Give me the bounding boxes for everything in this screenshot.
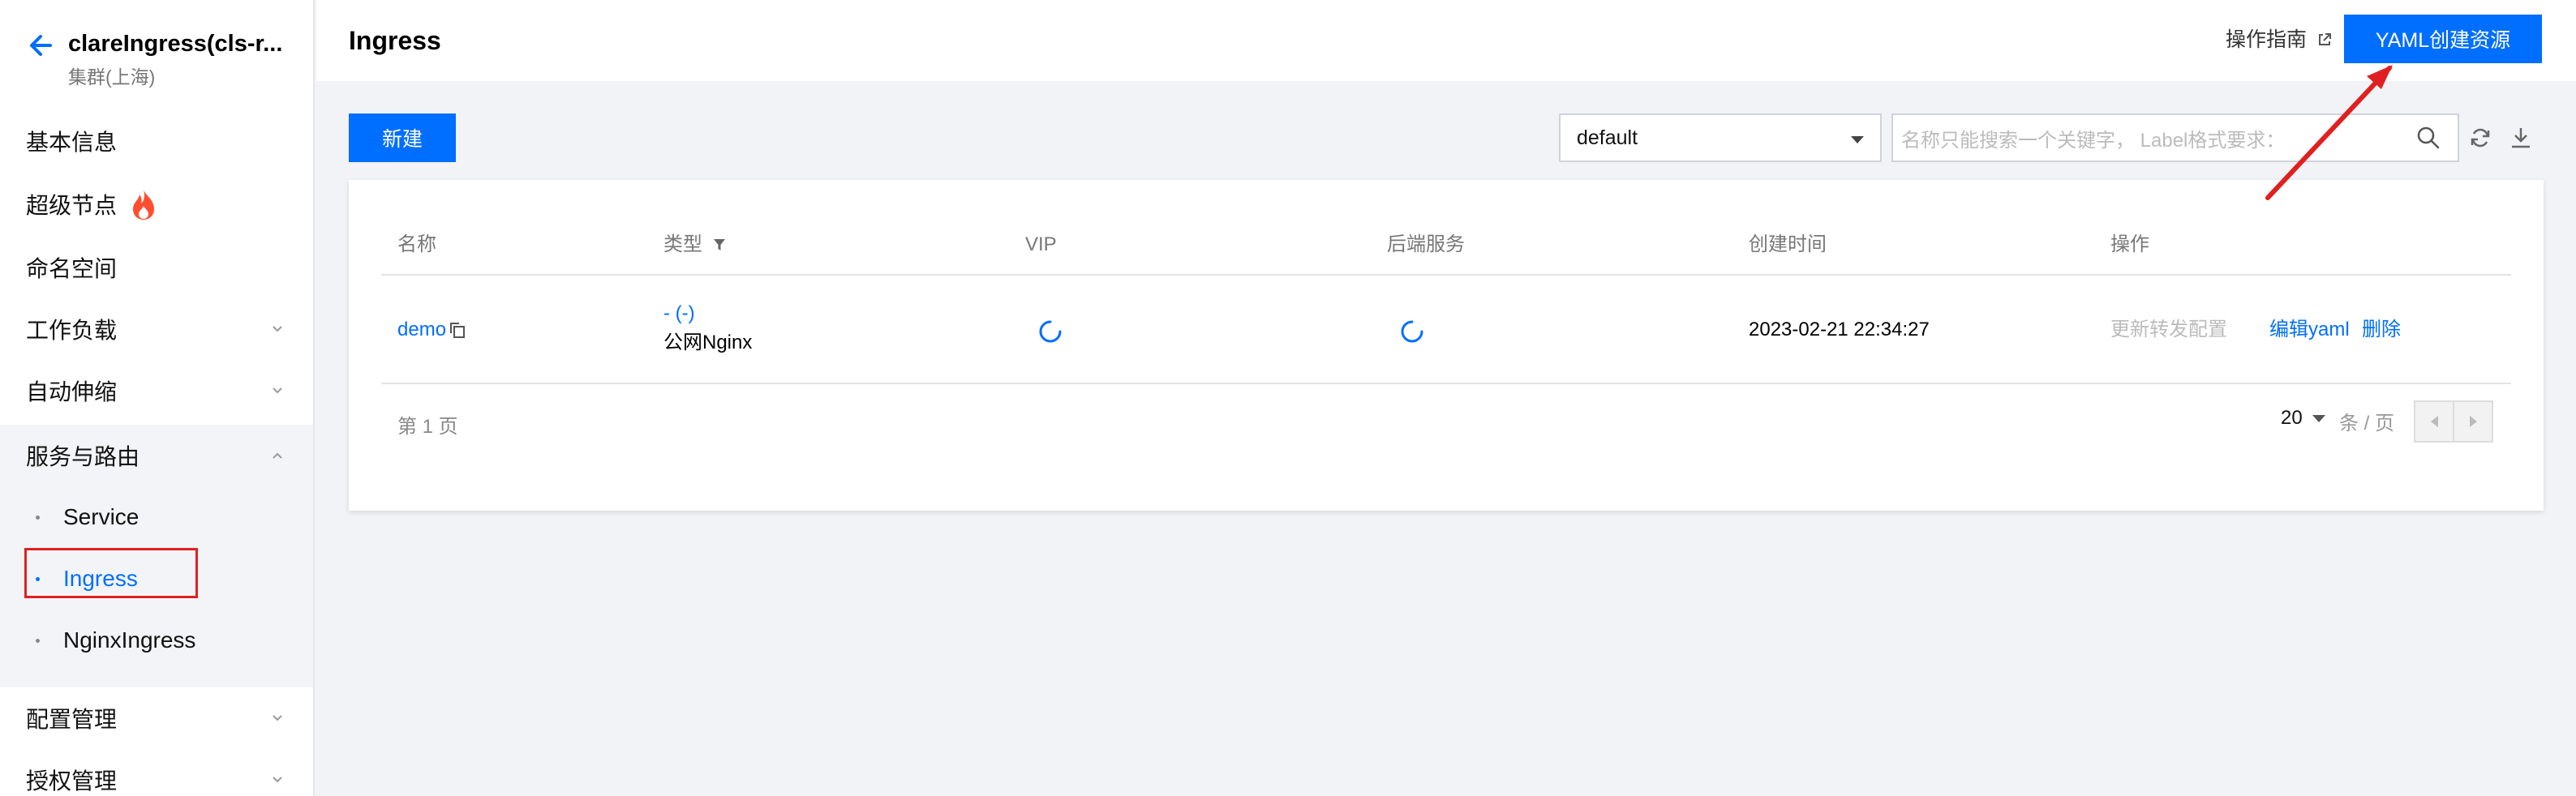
cluster-title: clareIngress(cls-r... (68, 31, 283, 57)
sidebar-subitem-label: Service (63, 504, 140, 529)
chevron-down-icon (273, 715, 282, 721)
ingress-table-card: 名称 类型 VIP 后端服务 创建时间 操作 demo - (-) 公网Ngin… (349, 180, 2544, 511)
sidebar-item-config[interactable]: 配置管理 (0, 687, 313, 749)
sidebar-subitem-nginxingress[interactable]: NginxIngress (0, 610, 313, 671)
sidebar-item-label: 工作负载 (26, 318, 118, 343)
loading-spinner-icon (1039, 320, 1062, 343)
cluster-region: 集群(上海) (68, 66, 156, 88)
sidebar: clareIngress(cls-r... 集群(上海) 基本信息 超级节点 命… (0, 0, 315, 796)
page-size-value: 20 (2281, 407, 2303, 429)
sidebar-subitem-label: NginxIngress (63, 627, 196, 653)
refresh-icon[interactable] (2467, 125, 2493, 151)
fire-icon (133, 190, 155, 220)
page-size-unit: 条 / 页 (2339, 413, 2395, 434)
sidebar-item-super-node[interactable]: 超级节点 (0, 173, 313, 235)
copy-icon[interactable] (448, 320, 467, 340)
next-page-button[interactable] (2453, 400, 2493, 443)
column-header-vip: VIP (1025, 233, 1057, 255)
yaml-create-button[interactable]: YAML创建资源 (2344, 15, 2542, 63)
back-arrow-icon[interactable] (26, 29, 58, 62)
prev-page-button[interactable] (2414, 400, 2454, 443)
sidebar-item-autoscaling[interactable]: 自动伸缩 (0, 360, 313, 422)
bullet-dot (36, 516, 40, 520)
sidebar-item-namespace[interactable]: 命名空间 (0, 237, 313, 298)
update-forward-config-action[interactable]: 更新转发配置 (2110, 316, 2227, 344)
external-link-icon (2319, 33, 2332, 45)
ingress-name: demo (397, 319, 447, 340)
column-header-backend: 后端服务 (1387, 233, 1465, 255)
column-header-created: 创建时间 (1749, 233, 1827, 255)
namespace-value: default (1577, 126, 1638, 149)
sidebar-item-label: 基本信息 (26, 130, 118, 155)
ingress-name-link[interactable]: demo (397, 316, 467, 344)
namespace-select[interactable]: default (1559, 113, 1882, 162)
caret-down-icon (1851, 136, 1864, 143)
search-icon[interactable] (2415, 125, 2441, 151)
sidebar-item-label: 配置管理 (26, 707, 118, 732)
header-divider (381, 274, 2511, 276)
page-size-select[interactable]: 20 (2281, 407, 2325, 430)
caret-down-icon (2312, 414, 2325, 422)
sidebar-item-label: 命名空间 (26, 256, 118, 281)
caret-right-icon (2469, 416, 2477, 427)
sidebar-item-label: 授权管理 (26, 768, 118, 794)
ingress-type-link[interactable]: - (-) (663, 300, 695, 327)
edit-yaml-action[interactable]: 编辑yaml (2269, 316, 2350, 344)
page-title: Ingress (349, 26, 441, 55)
page-indicator: 第 1 页 (397, 416, 458, 438)
chevron-down-icon (273, 777, 282, 783)
bullet-dot (36, 639, 40, 643)
delete-action[interactable]: 删除 (2362, 316, 2401, 344)
sidebar-item-label: 超级节点 (26, 193, 118, 218)
chevron-down-icon (273, 326, 282, 332)
loading-spinner-icon (1401, 320, 1423, 343)
chevron-down-icon (273, 387, 282, 394)
annotation-arrow (2265, 65, 2393, 200)
highlight-box (24, 548, 198, 598)
column-header-label: 类型 (663, 233, 702, 255)
filter-icon[interactable] (712, 238, 727, 252)
column-header-name: 名称 (397, 233, 436, 255)
page-header: Ingress 操作指南 YAML创建资源 (316, 0, 2576, 81)
sidebar-item-auth[interactable]: 授权管理 (0, 749, 313, 796)
chevron-up-icon (273, 452, 282, 459)
ingress-type-text: 公网Nginx (663, 332, 753, 353)
sidebar-item-label: 服务与路由 (26, 444, 140, 469)
created-time: 2023-02-21 22:34:27 (1749, 319, 1930, 340)
download-icon[interactable] (2508, 125, 2534, 151)
sidebar-subitem-service[interactable]: Service (0, 486, 313, 548)
sidebar-item-basic-info[interactable]: 基本信息 (0, 110, 313, 172)
sidebar-item-service-route[interactable]: 服务与路由 (0, 425, 313, 486)
column-header-actions: 操作 (2110, 233, 2149, 255)
guide-link[interactable]: 操作指南 (2226, 24, 2333, 55)
sidebar-item-label: 自动伸缩 (26, 379, 118, 404)
column-header-type[interactable]: 类型 (663, 230, 727, 259)
sidebar-item-workload[interactable]: 工作负载 (0, 298, 313, 360)
guide-label: 操作指南 (2226, 28, 2308, 51)
search-placeholder: 名称只能搜索一个关键字， Label格式要求： (1901, 129, 2282, 152)
row-divider (381, 383, 2511, 384)
caret-left-icon (2430, 416, 2438, 427)
new-button[interactable]: 新建 (349, 113, 456, 162)
